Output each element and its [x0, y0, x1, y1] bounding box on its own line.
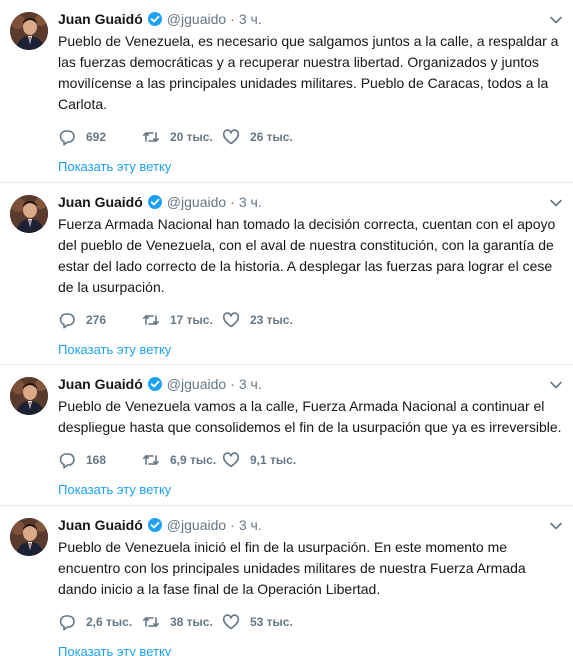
tweet-actions: 692 20 тыс. 26 тыс. [58, 127, 561, 147]
show-thread-link[interactable]: Показать эту ветку [58, 159, 561, 174]
tweet-timestamp[interactable]: 3 ч. [239, 376, 262, 392]
retweet-count: 38 тыс. [170, 615, 213, 629]
avatar[interactable] [10, 12, 48, 50]
retweet-icon [143, 132, 159, 142]
retweet-button[interactable]: 38 тыс. [142, 613, 222, 631]
tweet-header: Juan Guaidó @jguaido · 3 ч. [58, 193, 561, 211]
tweet-text: Fuerza Armada Nacional han tomado la dec… [58, 216, 556, 295]
reply-icon [59, 453, 75, 469]
tweet[interactable]: Juan Guaidó @jguaido · 3 ч. Fuerza Armad… [0, 183, 573, 365]
reply-count: 168 [86, 453, 107, 467]
reply-icon [59, 615, 75, 631]
tweet-header: Juan Guaidó @jguaido · 3 ч. [58, 375, 561, 393]
author-name[interactable]: Juan Guaidó [58, 194, 143, 210]
show-thread-link[interactable]: Показать эту ветку [58, 482, 561, 497]
retweet-button[interactable]: 6,9 тыс. [142, 451, 222, 469]
reply-icon [59, 130, 75, 146]
verified-badge-icon [147, 376, 163, 392]
like-button[interactable]: 26 тыс. [222, 128, 322, 146]
avatar[interactable] [10, 377, 48, 415]
like-button[interactable]: 53 тыс. [222, 613, 322, 631]
tweet-actions: 168 6,9 тыс. 9,1 тыс. [58, 450, 561, 470]
reply-button[interactable]: 692 [58, 128, 142, 146]
like-count: 9,1 тыс. [250, 453, 297, 467]
reply-count: 276 [86, 313, 107, 327]
separator-dot: · [230, 194, 235, 210]
retweet-count: 17 тыс. [170, 313, 213, 327]
avatar[interactable] [10, 195, 48, 233]
avatar[interactable] [10, 518, 48, 556]
like-count: 53 тыс. [250, 615, 293, 629]
verified-badge-icon [147, 11, 163, 27]
chevron-down-icon[interactable] [549, 196, 563, 210]
retweet-button[interactable]: 17 тыс. [142, 311, 222, 329]
reply-button[interactable]: 168 [58, 451, 142, 469]
verified-badge-icon [147, 517, 163, 533]
reply-count: 692 [86, 130, 107, 144]
tweet-text: Pueblo de Venezuela, es necesario que sa… [58, 33, 559, 112]
tweet-actions: 276 17 тыс. 23 тыс. [58, 310, 561, 330]
tweet[interactable]: Juan Guaidó @jguaido · 3 ч. Pueblo de Ve… [0, 365, 573, 506]
tweet-timestamp[interactable]: 3 ч. [239, 194, 262, 210]
heart-icon [222, 312, 240, 328]
reply-button[interactable]: 276 [58, 311, 142, 329]
separator-dot: · [230, 11, 235, 27]
retweet-count: 6,9 тыс. [170, 453, 217, 467]
heart-icon [222, 129, 240, 145]
tweet-text: Pueblo de Venezuela vamos a la calle, Fu… [58, 398, 562, 435]
retweet-button[interactable]: 20 тыс. [142, 128, 222, 146]
author-handle[interactable]: @jguaido [167, 194, 226, 210]
author-name[interactable]: Juan Guaidó [58, 11, 143, 27]
heart-icon [222, 614, 240, 630]
tweet[interactable]: Juan Guaidó @jguaido · 3 ч. Pueblo de Ve… [0, 506, 573, 656]
reply-icon [59, 313, 75, 329]
tweet-text: Pueblo de Venezuela inició el fin de la … [58, 539, 526, 597]
reply-button[interactable]: 2,6 тыс. [58, 613, 142, 631]
author-handle[interactable]: @jguaido [167, 11, 226, 27]
tweet-actions: 2,6 тыс. 38 тыс. 53 тыс. [58, 612, 561, 632]
verified-badge-icon [147, 194, 163, 210]
author-handle[interactable]: @jguaido [167, 376, 226, 392]
separator-dot: · [230, 517, 235, 533]
like-button[interactable]: 23 тыс. [222, 311, 322, 329]
author-name[interactable]: Juan Guaidó [58, 376, 143, 392]
reply-count: 2,6 тыс. [86, 615, 133, 629]
author-handle[interactable]: @jguaido [167, 517, 226, 533]
chevron-down-icon[interactable] [549, 519, 563, 533]
separator-dot: · [230, 376, 235, 392]
show-thread-link[interactable]: Показать эту ветку [58, 342, 561, 357]
tweet[interactable]: Juan Guaidó @jguaido · 3 ч. Pueblo de Ve… [0, 0, 573, 183]
tweet-feed: Juan Guaidó @jguaido · 3 ч. Pueblo de Ve… [0, 0, 573, 656]
like-count: 26 тыс. [250, 130, 293, 144]
like-button[interactable]: 9,1 тыс. [222, 451, 322, 469]
tweet-timestamp[interactable]: 3 ч. [239, 11, 262, 27]
retweet-count: 20 тыс. [170, 130, 213, 144]
tweet-timestamp[interactable]: 3 ч. [239, 517, 262, 533]
tweet-header: Juan Guaidó @jguaido · 3 ч. [58, 516, 561, 534]
like-count: 23 тыс. [250, 313, 293, 327]
show-thread-link[interactable]: Показать эту ветку [58, 644, 561, 656]
retweet-icon [143, 315, 159, 325]
chevron-down-icon[interactable] [549, 13, 563, 27]
tweet-header: Juan Guaidó @jguaido · 3 ч. [58, 10, 561, 28]
retweet-icon [143, 455, 159, 465]
chevron-down-icon[interactable] [549, 378, 563, 392]
author-name[interactable]: Juan Guaidó [58, 517, 143, 533]
heart-icon [222, 452, 240, 468]
retweet-icon [143, 617, 159, 627]
